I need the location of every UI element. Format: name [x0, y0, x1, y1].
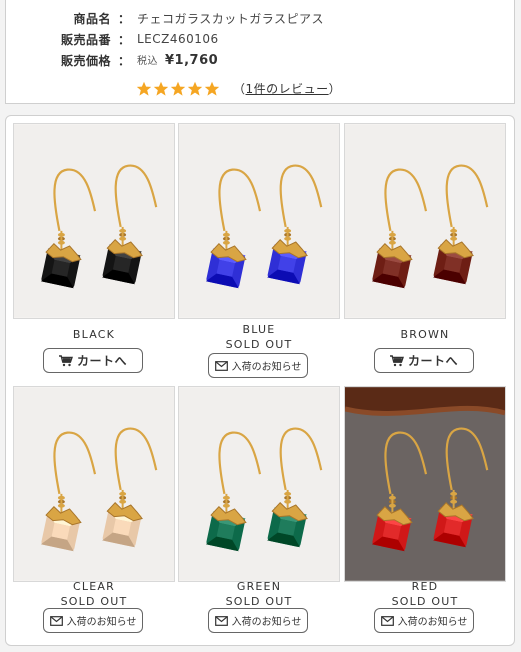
button-label: 入荷のお知らせ: [231, 617, 302, 628]
product-photo[interactable]: [13, 386, 175, 582]
price-value: 税込 ¥1,760: [137, 52, 218, 68]
product-price: ¥1,760: [165, 53, 219, 68]
product-code: LECZ460106: [137, 32, 219, 46]
earring-illustration: [14, 124, 174, 318]
product-code-label: 販売品番: [60, 32, 111, 47]
earring-illustration: [14, 387, 174, 581]
button-label: 入荷のお知らせ: [66, 617, 137, 628]
variant-name: RED: [411, 580, 439, 593]
product-photo[interactable]: [178, 386, 340, 582]
variant-name: BLACK: [72, 328, 116, 341]
add-to-cart-button[interactable]: カートへ: [43, 348, 143, 373]
earring-illustration: [345, 387, 505, 581]
product-name-label: 商品名: [73, 11, 111, 26]
review-count: （1件のレビュー）: [233, 80, 341, 97]
variant-name: BROWN: [400, 328, 450, 341]
cart-icon: [58, 354, 77, 367]
restock-notify-button[interactable]: 入荷のお知らせ: [374, 608, 474, 633]
stock-status: SOLD OUT: [225, 595, 293, 608]
product-name-row: 商品名 ： チェコガラスカットガラスピアス: [6, 9, 324, 27]
star-icon: [187, 81, 203, 96]
colon: ：: [117, 53, 130, 68]
stock-status: SOLD OUT: [225, 338, 293, 351]
cart-icon: [389, 354, 408, 367]
button-label: カートへ: [407, 354, 458, 368]
earring-illustration: [179, 387, 339, 581]
review-close-paren: ）: [328, 82, 342, 96]
star-icon: [170, 81, 186, 96]
product-photo[interactable]: [13, 123, 175, 319]
button-label: 入荷のお知らせ: [397, 617, 468, 628]
tax-label: 税込: [137, 56, 158, 67]
variant-name: GREEN: [236, 580, 282, 593]
restock-notify-button[interactable]: 入荷のお知らせ: [43, 608, 143, 633]
mail-icon: [214, 360, 232, 371]
colon: ：: [117, 11, 130, 26]
stock-status: SOLD OUT: [391, 595, 459, 608]
product-price-label: 販売価格: [60, 53, 111, 68]
product-photo[interactable]: [344, 123, 506, 319]
variant-grid: BLACK カートへ BLUE SOLD OUT 入荷のお知らせ BROWN カ…: [5, 115, 515, 646]
product-info-panel: 商品名 ： チェコガラスカットガラスピアス 販売品番 ： LECZ460106 …: [5, 0, 515, 104]
star-icon: [153, 81, 169, 96]
product-photo[interactable]: [178, 123, 340, 319]
colon: ：: [117, 32, 130, 47]
product-photo[interactable]: [344, 386, 506, 582]
mail-icon: [214, 615, 232, 626]
variant-name: CLEAR: [73, 580, 115, 593]
rating: （1件のレビュー）: [136, 80, 341, 97]
mail-icon: [49, 615, 67, 626]
button-label: 入荷のお知らせ: [231, 362, 302, 373]
product-price-row: 販売価格 ： 税込 ¥1,760: [6, 51, 218, 69]
star-icon: [204, 81, 220, 96]
review-link[interactable]: 1件のレビュー: [246, 82, 329, 96]
add-to-cart-button[interactable]: カートへ: [374, 348, 474, 373]
product-code-row: 販売品番 ： LECZ460106: [6, 30, 219, 48]
button-label: カートへ: [76, 354, 127, 368]
restock-notify-button[interactable]: 入荷のお知らせ: [208, 353, 308, 378]
restock-notify-button[interactable]: 入荷のお知らせ: [208, 608, 308, 633]
earring-illustration: [345, 124, 505, 318]
earring-illustration: [179, 124, 339, 318]
review-open-paren: （: [233, 82, 246, 96]
variant-name: BLUE: [242, 323, 276, 336]
mail-icon: [380, 615, 398, 626]
star-rating: [136, 81, 221, 97]
stock-status: SOLD OUT: [60, 595, 128, 608]
star-icon: [136, 81, 152, 96]
product-name: チェコガラスカットガラスピアス: [137, 11, 325, 26]
